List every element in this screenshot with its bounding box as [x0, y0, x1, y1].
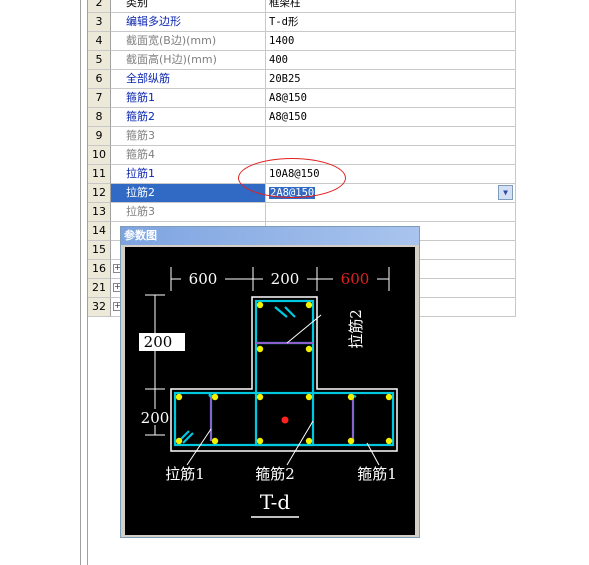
- property-value-text: 框架柱: [269, 0, 301, 9]
- row-number: 6: [88, 70, 111, 89]
- row-number: 4: [88, 32, 111, 51]
- window-title[interactable]: 参数图: [121, 227, 419, 245]
- property-name: 拉筋1: [111, 165, 266, 184]
- table-row[interactable]: 9 箍筋3: [88, 127, 516, 146]
- dim-mid-text: 200: [271, 270, 300, 288]
- table-row[interactable]: 3 编辑多边形 T-d形: [88, 13, 516, 32]
- row-number: 2: [88, 0, 111, 13]
- property-name-text: 全部纵筋: [126, 72, 170, 85]
- dim-bottom-height-text: 200: [141, 409, 170, 427]
- property-value[interactable]: [266, 203, 516, 222]
- row-number: 12: [88, 184, 111, 203]
- property-name: 箍筋1: [111, 89, 266, 108]
- property-value[interactable]: [266, 146, 516, 165]
- property-value-text: 10A8@150: [269, 168, 320, 180]
- property-value-text: T-d形: [269, 16, 299, 28]
- table-row[interactable]: 13 拉筋3: [88, 203, 516, 222]
- dim-top-height-text: 200: [144, 333, 173, 351]
- row-number: 11: [88, 165, 111, 184]
- property-value-text: A8@150: [269, 111, 307, 123]
- property-name: 箍筋2: [111, 108, 266, 127]
- dim-left-text: 600: [189, 270, 218, 288]
- dim-right-text: 600: [341, 270, 370, 288]
- property-name: 拉筋2: [111, 184, 266, 203]
- row-number: 21: [88, 279, 111, 298]
- property-name-text: 箍筋1: [126, 91, 155, 104]
- property-value[interactable]: T-d形: [266, 13, 516, 32]
- property-value[interactable]: 2A8@150 ▼: [266, 184, 516, 203]
- property-value[interactable]: 400: [266, 51, 516, 70]
- property-value-text: 400: [269, 54, 288, 66]
- table-row[interactable]: 5 截面高(H边)(mm) 400: [88, 51, 516, 70]
- property-name-text: 箍筋2: [126, 110, 155, 123]
- property-value[interactable]: 20B25: [266, 70, 516, 89]
- property-name-text: 拉筋1: [126, 167, 155, 180]
- property-value-text: 2A8@150: [269, 187, 316, 199]
- property-name-text: 箍筋4: [126, 148, 155, 161]
- property-value-text: A8@150: [269, 92, 307, 104]
- label-stirrup1: 箍筋1: [357, 465, 397, 483]
- property-value[interactable]: 框架柱: [266, 0, 516, 13]
- property-name: 拉筋3: [111, 203, 266, 222]
- row-number: 14: [88, 222, 111, 241]
- row-number: 13: [88, 203, 111, 222]
- table-row[interactable]: 11 拉筋1 10A8@150: [88, 165, 516, 184]
- property-name: 编辑多边形: [111, 13, 266, 32]
- property-value[interactable]: 1400: [266, 32, 516, 51]
- table-row[interactable]: 8 箍筋2 A8@150: [88, 108, 516, 127]
- chevron-down-icon[interactable]: ▼: [498, 185, 513, 200]
- row-number: 7: [88, 89, 111, 108]
- row-number: 32: [88, 298, 111, 317]
- row-number: 5: [88, 51, 111, 70]
- table-row[interactable]: 2 类别 框架柱: [88, 0, 516, 13]
- property-value[interactable]: 10A8@150: [266, 165, 516, 184]
- parameter-diagram-window[interactable]: 参数图 600 200 600 200 200 拉筋2 拉筋1 箍筋2 箍筋1 …: [120, 226, 420, 538]
- property-name: 箍筋3: [111, 127, 266, 146]
- table-row[interactable]: 4 截面宽(B边)(mm) 1400: [88, 32, 516, 51]
- table-row[interactable]: 6 全部纵筋 20B25: [88, 70, 516, 89]
- property-name-text: 拉筋2: [126, 186, 155, 199]
- property-name-text: 拉筋3: [126, 205, 155, 218]
- property-name-text: 截面高(H边)(mm): [126, 53, 217, 66]
- table-row[interactable]: 7 箍筋1 A8@150: [88, 89, 516, 108]
- property-value[interactable]: A8@150: [266, 89, 516, 108]
- property-name: 全部纵筋: [111, 70, 266, 89]
- left-border-line: [80, 0, 81, 565]
- property-name-text: 箍筋3: [126, 129, 155, 142]
- section-diagram: 600 200 600 200 200 拉筋2 拉筋1 箍筋2 箍筋1 T-d: [125, 247, 415, 535]
- property-name-text: 类别: [126, 0, 148, 9]
- property-name: 截面宽(B边)(mm): [111, 32, 266, 51]
- row-number: 3: [88, 13, 111, 32]
- row-number: 10: [88, 146, 111, 165]
- property-name: 类别: [111, 0, 266, 13]
- row-number: 15: [88, 241, 111, 260]
- property-name: 箍筋4: [111, 146, 266, 165]
- shape-name: T-d: [260, 490, 291, 514]
- property-value-text: 20B25: [269, 73, 301, 85]
- property-name-text: 编辑多边形: [126, 15, 181, 28]
- property-name: 截面高(H边)(mm): [111, 51, 266, 70]
- row-number: 16: [88, 260, 111, 279]
- property-value[interactable]: A8@150: [266, 108, 516, 127]
- label-stirrup2: 箍筋2: [255, 465, 295, 483]
- row-number: 9: [88, 127, 111, 146]
- property-value-text: 1400: [269, 35, 295, 47]
- label-tie2: 拉筋2: [347, 309, 365, 349]
- label-tie1: 拉筋1: [165, 465, 205, 483]
- property-name-text: 截面宽(B边)(mm): [126, 34, 217, 47]
- row-number: 8: [88, 108, 111, 127]
- table-row[interactable]: 12 拉筋2 2A8@150 ▼: [88, 184, 516, 203]
- property-value[interactable]: [266, 127, 516, 146]
- table-row[interactable]: 10 箍筋4: [88, 146, 516, 165]
